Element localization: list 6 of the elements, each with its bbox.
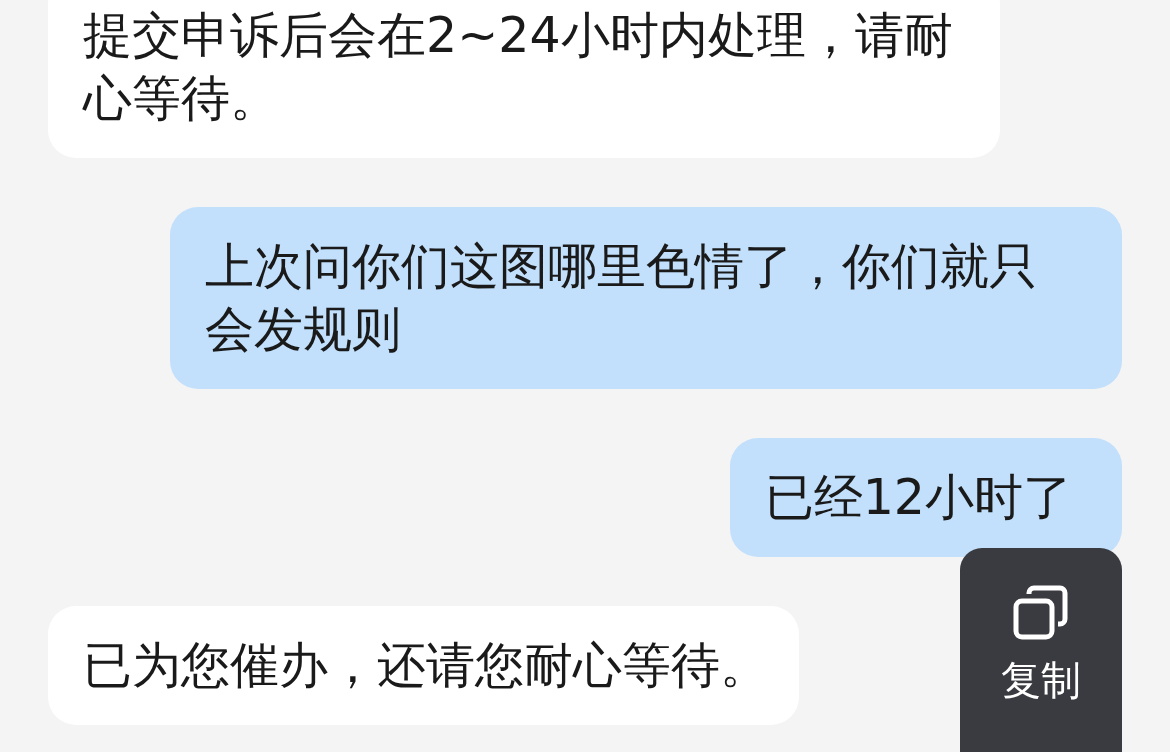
message-bubble: 上次问你们这图哪里色情了，你们就只会发规则	[170, 207, 1122, 389]
copy-icon	[1012, 584, 1070, 642]
copy-menu-item[interactable]: 复制	[1001, 584, 1081, 704]
message-bubble: 提交申诉后会在2~24小时内处理，请耐心等待。	[48, 0, 1000, 158]
message-bubble: 已为您催办，还请您耐心等待。	[48, 606, 799, 725]
message-bubble: 已经12小时了	[729, 438, 1122, 557]
